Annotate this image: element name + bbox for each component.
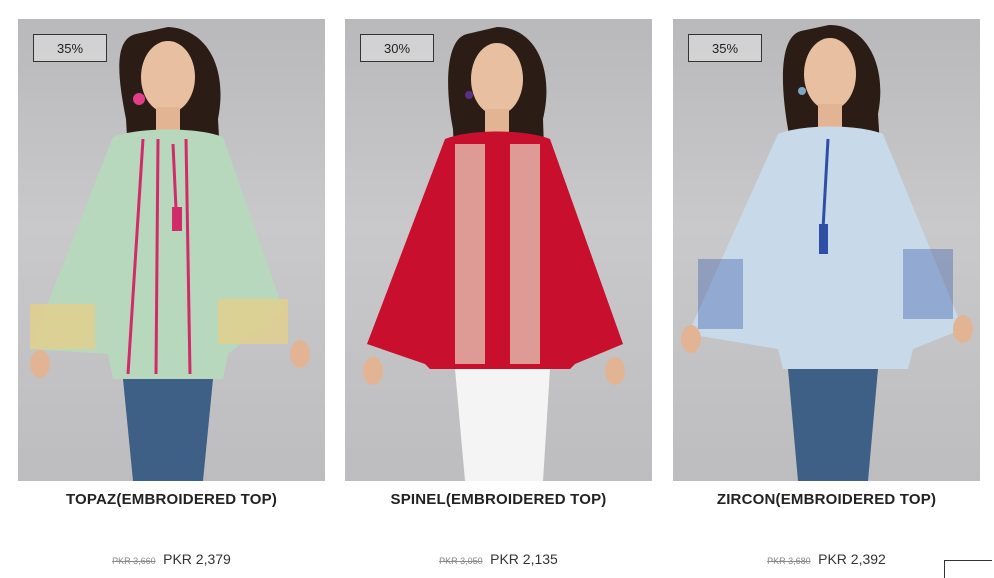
price-row: PKR 3,050 PKR 2,135	[345, 551, 652, 569]
product-image[interactable]: 30%	[345, 19, 652, 481]
product-image[interactable]: 35%	[18, 19, 325, 481]
scroll-to-top-button[interactable]	[944, 560, 992, 578]
product-image[interactable]: 35%	[673, 19, 980, 481]
old-price: PKR 3,050	[439, 556, 483, 566]
product-title[interactable]: SPINEL(EMBROIDERED TOP)	[345, 491, 652, 508]
product-title[interactable]: ZIRCON(EMBROIDERED TOP)	[673, 491, 980, 508]
product-grid: 35% TOPAZ(EMBROIDERED TOP) PKR 3,660 PKR…	[0, 0, 994, 578]
sale-price: PKR 2,379	[163, 551, 231, 567]
old-price: PKR 3,660	[112, 556, 156, 566]
price-row: PKR 3,660 PKR 2,379	[18, 551, 325, 569]
model-illustration	[30, 27, 310, 481]
discount-badge: 35%	[688, 34, 762, 62]
product-title[interactable]: TOPAZ(EMBROIDERED TOP)	[18, 491, 325, 508]
price-row: PKR 3,680 PKR 2,392	[673, 551, 980, 569]
product-card-zircon[interactable]: 35% ZIRCON(EMBROIDERED TOP) PKR 3,680 PK…	[673, 19, 980, 567]
model-illustration	[363, 27, 625, 481]
product-card-topaz[interactable]: 35% TOPAZ(EMBROIDERED TOP) PKR 3,660 PKR…	[18, 19, 325, 567]
model-illustration	[681, 24, 973, 481]
sale-price: PKR 2,135	[490, 551, 558, 567]
sale-price: PKR 2,392	[818, 551, 886, 567]
product-card-spinel[interactable]: 30% SPINEL(EMBROIDERED TOP) PKR 3,050 PK…	[345, 19, 652, 567]
old-price: PKR 3,680	[767, 556, 811, 566]
discount-badge: 30%	[360, 34, 434, 62]
discount-badge: 35%	[33, 34, 107, 62]
